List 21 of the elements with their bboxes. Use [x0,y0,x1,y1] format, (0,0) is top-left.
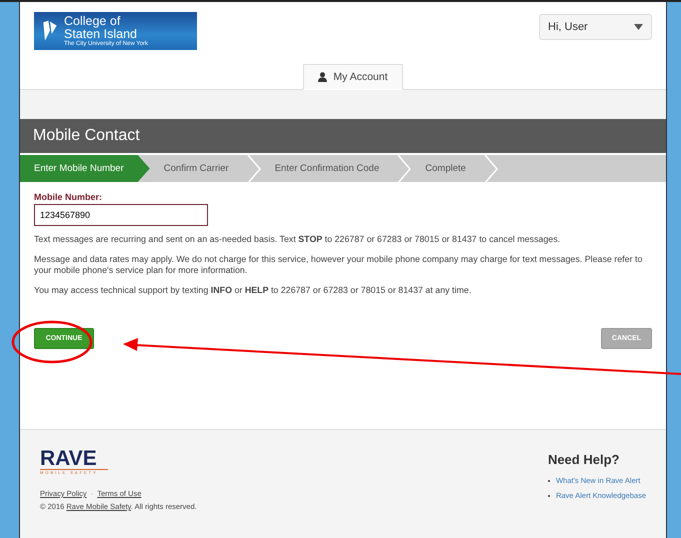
chevron-divider [484,154,498,182]
info-text: Text messages are recurring and sent on an as-needed basis. Text STOP to 226787 or 67283 or 78015 or 81437 to cancel messages. [34,234,560,246]
wizard-step: Enter Mobile Number [20,155,150,182]
caret-icon [634,24,643,30]
info-text: You may access technical support by texting INFO or HELP to 226787 or 67283 or 78015 or 81437 at any time. [34,284,472,296]
chevron-divider [246,154,261,182]
user-icon [318,72,328,82]
wizard-step: Enter Confirmation Code [260,155,398,182]
logo-text: Staten Island [64,28,138,40]
info-text: Message and data rates may apply. We do not charge for this service, however your mobile phone company may charge for text messages. Please refer to your mobile phone's service plan for more information. [34,254,644,277]
input-field[interactable]: 1234567890 [34,204,208,226]
logo-text: College of [64,15,122,28]
field-label: Mobile Number: [34,192,102,202]
wizard-step: Complete [411,155,484,182]
chevron-divider [397,154,412,182]
help-heading: Need Help? [548,452,620,467]
logo-text: RAVE [40,448,98,469]
panel-title: Mobile Contact [33,127,140,145]
account-tab[interactable]: My Account [303,64,403,90]
user-menu[interactable]: Hi, User [539,14,652,40]
wizard-step: Confirm Carrier [150,155,247,182]
